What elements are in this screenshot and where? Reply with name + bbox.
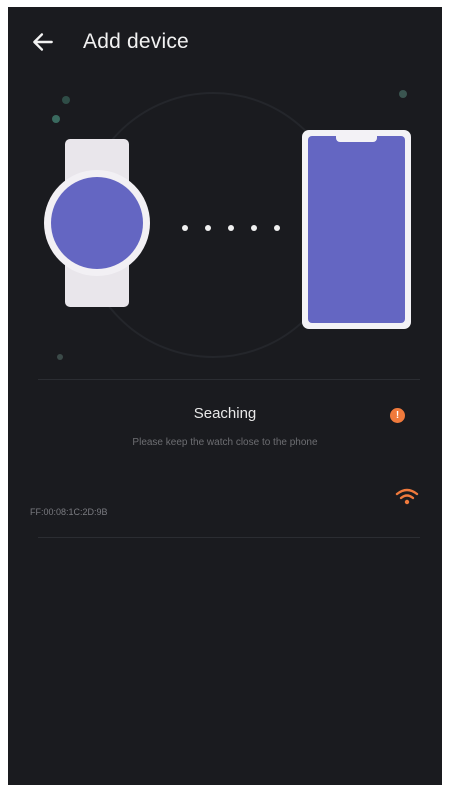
wifi-signal-icon bbox=[395, 488, 419, 505]
decor-dot bbox=[62, 96, 70, 104]
divider bbox=[38, 379, 420, 380]
connection-dots bbox=[182, 225, 280, 231]
help-badge[interactable]: ! bbox=[390, 408, 405, 423]
divider bbox=[38, 537, 420, 538]
search-hint: Please keep the watch close to the phone bbox=[132, 437, 318, 448]
page-title: Add device bbox=[83, 30, 189, 53]
device-id: FF:00:08:1C:2D:9B bbox=[30, 507, 108, 517]
pairing-illustration bbox=[44, 90, 411, 360]
device-list-item[interactable]: FF:00:08:1C:2D:9B bbox=[30, 483, 422, 531]
app-screen: Add device Seaching ! Please keep the wa… bbox=[8, 7, 442, 785]
phone-icon bbox=[302, 130, 411, 329]
decor-dot bbox=[399, 90, 407, 98]
decor-dot bbox=[57, 354, 63, 360]
watch-icon bbox=[44, 139, 150, 307]
decor-dot bbox=[52, 115, 60, 123]
back-arrow-icon[interactable] bbox=[30, 29, 56, 55]
search-status-title: Seaching bbox=[193, 405, 257, 422]
